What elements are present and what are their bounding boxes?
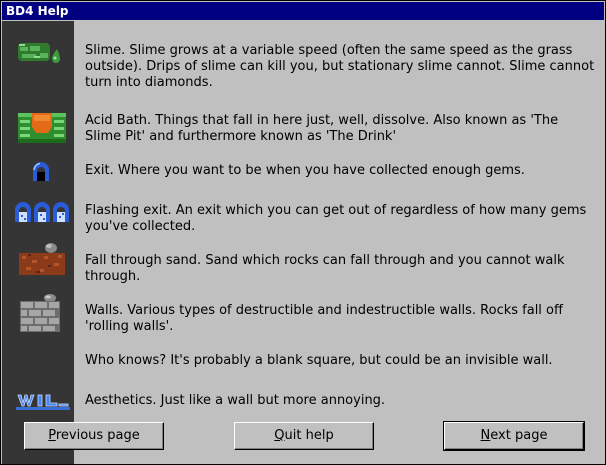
walls-icon <box>20 294 60 332</box>
entry-slime-text: Slime. Slime grows at a variable speed (… <box>85 43 595 90</box>
entry-flashing-exit-text: Flashing exit. An exit which you can get… <box>85 203 587 234</box>
quit-help-button[interactable]: Quit help <box>234 422 374 450</box>
quit-help-mnemonic: Q <box>274 428 285 443</box>
slime-icon <box>18 43 60 63</box>
acid-bath-icon <box>18 113 66 143</box>
entry-acid-bath-text: Acid Bath. Things that fall in here just… <box>85 113 559 144</box>
previous-page-button[interactable]: Previous page <box>24 422 164 450</box>
entry-aesthetics-text: Aesthetics. Just like a wall but more an… <box>85 393 386 408</box>
entry-fall-through-sand-text: Fall through sand. Sand which rocks can … <box>85 253 565 284</box>
blank-square-icon <box>18 347 58 377</box>
fall-through-sand-icon <box>19 243 65 275</box>
previous-page-label: revious page <box>55 428 140 443</box>
help-window: BD4 Help Slime. Slime grows at a variabl… <box>0 0 606 465</box>
entry-walls-text: Walls. Various types of destructible and… <box>85 303 563 334</box>
window-title: BD4 Help <box>2 2 604 20</box>
exit-icon <box>33 162 49 181</box>
quit-help-label: uit help <box>284 428 334 443</box>
next-page-label: ext page <box>490 428 548 443</box>
next-page-mnemonic: N <box>480 428 491 443</box>
aesthetics-icon <box>16 394 70 410</box>
help-content: Slime. Slime grows at a variable speed (… <box>2 21 604 464</box>
entry-blank-square-text: Who knows? It's probably a blank square,… <box>85 353 553 368</box>
previous-page-mnemonic: P <box>48 428 56 443</box>
flashing-exit-icon <box>15 202 69 222</box>
entry-exit-text: Exit. Where you want to be when you have… <box>85 163 525 178</box>
next-page-button[interactable]: Next page <box>443 421 585 451</box>
